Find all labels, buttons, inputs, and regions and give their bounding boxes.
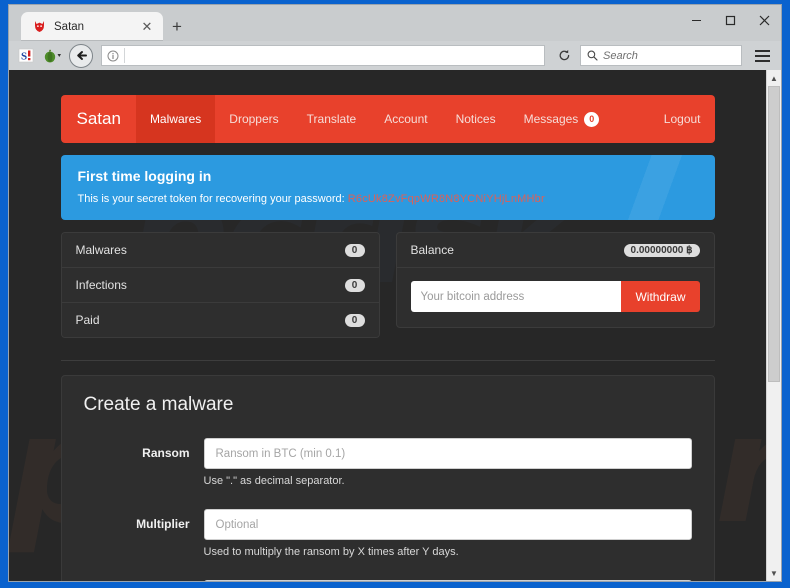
balance-column: Balance 0.00000000 ฿ Withdraw [395,232,715,338]
scrollbar-up-arrow-icon[interactable]: ▲ [766,70,781,86]
stat-count-badge: 0 [344,313,365,327]
create-malware-heading: Create a malware [83,394,234,415]
navbar-brand[interactable]: Satan [61,95,136,143]
hamburger-line [754,59,770,62]
search-input[interactable]: Search [603,50,638,62]
nav-item-label: Translate [306,112,357,126]
scrollbar-thumb[interactable] [768,86,780,382]
stat-label: Infections [75,278,127,292]
browser-window: Satan ✕ + S Search Satan Malwares Droppe… [8,4,782,582]
stat-row-paid[interactable]: Paid 0 [61,303,379,337]
balance-label: Balance [410,243,454,257]
browser-viewport: pcrisk.com pcrisk Satan Malwares Dropper… [9,70,781,581]
multiplier-days-input[interactable] [203,580,692,581]
nav-item-messages[interactable]: Messages 0 [510,95,614,143]
balance-amount-badge: 0.00000000 ฿ [623,243,700,257]
nav-item-translate[interactable]: Translate [293,95,371,143]
back-arrow-icon[interactable] [69,43,93,68]
scrollbar-down-arrow-icon[interactable]: ▼ [766,565,781,581]
bitcoin-address-input[interactable] [410,281,622,312]
stat-row-infections[interactable]: Infections 0 [61,268,379,303]
ransom-field-wrap: Use "." as decimal separator. [203,438,692,503]
multiplier-field-wrap: Used to multiply the ransom by X times a… [203,509,692,574]
tab-strip: Satan ✕ + [9,5,191,41]
balance-body: Withdraw [397,268,714,327]
stat-count-badge: 0 [344,243,365,257]
reload-icon[interactable] [552,45,576,66]
tab-title: Satan [54,20,85,33]
hamburger-menu-icon[interactable] [749,44,775,68]
alert-text: This is your secret token for recovering… [78,193,698,205]
nav-item-label: Malwares [149,112,202,126]
ransom-help-text: Use "." as decimal separator. [203,475,345,487]
nav-item-droppers[interactable]: Droppers [215,95,292,143]
nav-item-malwares[interactable]: Malwares [135,95,216,143]
url-divider [124,48,125,63]
browser-tab[interactable]: Satan ✕ [21,12,163,41]
url-bar[interactable] [101,45,545,66]
hamburger-line [754,54,770,57]
stat-label: Malwares [75,243,127,257]
alert-message: This is your secret token for recovering… [77,193,345,205]
nav-item-label: Account [384,112,428,126]
devil-favicon [31,19,47,35]
maximize-icon[interactable] [713,5,747,35]
withdraw-button[interactable]: Withdraw [621,281,700,312]
info-circle-icon[interactable] [102,46,124,65]
browser-title-bar: Satan ✕ + [9,5,781,41]
hamburger-line [754,49,770,52]
multiplier-days-label: Multiplier (Days) [84,580,204,581]
new-tab-button[interactable]: + [163,12,191,41]
browser-toolbar: S Search [9,41,781,70]
multiplier-help-text: Used to multiply the ransom by X times a… [203,546,459,558]
nav-item-label: Messages [523,112,579,126]
form-group-multiplier: Multiplier Used to multiply the ransom b… [84,509,692,574]
onion-extension-icon[interactable] [41,45,63,67]
multiplier-label: Multiplier [136,517,190,531]
first-login-alert: First time logging in This is your secre… [60,155,715,220]
stat-count-badge: 0 [344,278,365,292]
window-close-icon[interactable] [747,5,781,35]
search-icon [581,50,603,61]
messages-count-badge: 0 [584,111,600,127]
tab-close-icon[interactable]: ✕ [139,19,155,35]
nav-item-label: Droppers [229,112,279,126]
alert-title: First time logging in [77,168,212,184]
summary-row: Malwares 0 Infections 0 Paid 0 Balance 0… [60,232,715,338]
form-group-multiplier-days: Multiplier (Days) Days before the ransom… [84,580,692,581]
create-malware-panel: Create a malware Ransom Use "." as decim… [60,375,715,581]
secret-token: R6cUk8ZvFqpWR8N8YCNiYHjLnMHbr [347,193,545,205]
nav-item-notices[interactable]: Notices [442,95,510,143]
minimize-icon[interactable] [679,5,713,35]
desktop-background: Satan ✕ + S Search Satan Malwares Droppe… [0,0,790,588]
ransom-input[interactable] [203,438,692,469]
withdraw-input-group: Withdraw [410,281,700,312]
ransom-label: Ransom [142,446,190,460]
stat-row-malwares[interactable]: Malwares 0 [61,233,379,268]
multiplier-input[interactable] [203,509,692,540]
form-group-ransom: Ransom Use "." as decimal separator. [84,438,692,503]
page-container: Satan Malwares Droppers Translate Accoun… [60,70,715,581]
s-exclamation-extension-icon[interactable]: S [15,45,37,67]
nav-item-label: Notices [455,112,496,126]
section-divider [60,360,715,361]
svg-text:S: S [21,51,27,63]
window-controls [679,5,781,35]
navbar-spacer [613,95,649,143]
page-scrollbar[interactable]: ▲ ▼ [766,70,781,581]
nav-item-label: Logout [663,112,701,126]
stats-column: Malwares 0 Infections 0 Paid 0 [60,232,380,338]
stats-panel: Malwares 0 Infections 0 Paid 0 [60,232,380,338]
balance-panel: Balance 0.00000000 ฿ Withdraw [395,232,715,328]
app-navbar: Satan Malwares Droppers Translate Accoun… [60,95,715,143]
nav-item-logout[interactable]: Logout [650,95,715,143]
multiplier-days-field-wrap: Days before the ransom multiplier. [203,580,692,581]
nav-item-account[interactable]: Account [370,95,441,143]
search-bar[interactable]: Search [580,45,742,66]
balance-heading: Balance 0.00000000 ฿ [396,233,714,268]
web-page: pcrisk.com pcrisk Satan Malwares Dropper… [9,70,766,581]
stat-label: Paid [75,313,100,327]
